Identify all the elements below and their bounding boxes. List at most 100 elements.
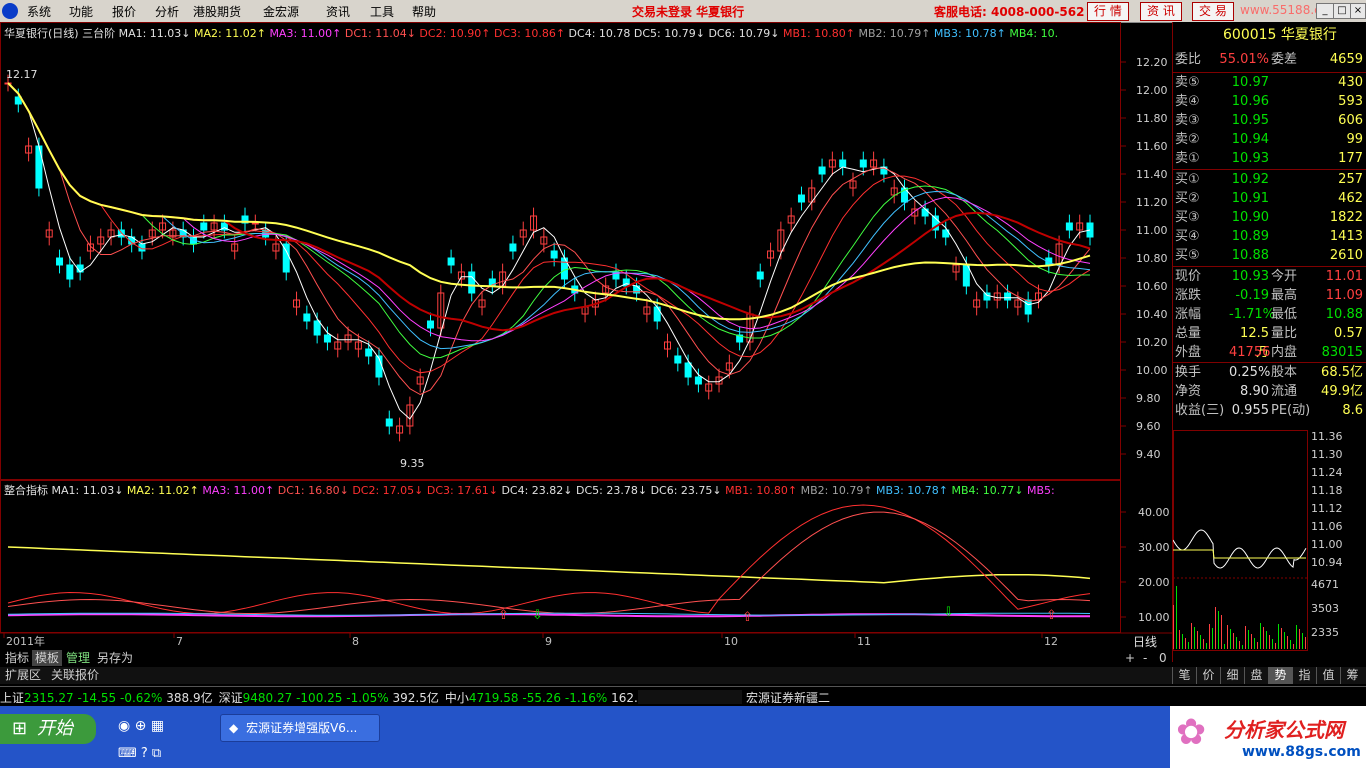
tab-manage[interactable]: 管理	[63, 650, 93, 666]
x-tick-label: 7	[176, 635, 183, 648]
candle	[426, 320, 434, 329]
panel-tab[interactable]: 细	[1220, 667, 1244, 684]
tab-related-quote[interactable]: 关联报价	[48, 667, 102, 683]
menu-system[interactable]: 系统	[27, 3, 51, 20]
candle	[756, 271, 764, 280]
x-tick-label: 2011年	[6, 634, 45, 648]
menu-jinhongyuan[interactable]: 金宏源	[263, 3, 299, 20]
main-legend-item: DC3: 10.86↑	[493, 27, 569, 40]
app-icon: ◆	[229, 721, 239, 735]
order-book-row: 卖③ 10.95 606	[1175, 113, 1363, 128]
index-quote[interactable]: 上证2315.27 -14.55 -0.62% 388.9亿	[0, 691, 213, 705]
sub-legend-item: MB1: 10.80↑	[725, 484, 801, 497]
stat-list: 现价 10.93 今开 11.01 涨跌 -0.19 最高 11.09 涨幅 -1.71% 最低 10…	[1173, 266, 1366, 363]
quote-stat-row: 涨跌 -0.19 最高 11.09	[1175, 288, 1363, 303]
ma-line	[7, 82, 1090, 359]
quote-stat-row: 总量 12.5万 量比 0.57	[1175, 326, 1363, 360]
tab-template[interactable]: 模板	[32, 650, 63, 666]
weibi-value: 55.01%	[1219, 52, 1269, 67]
minimize-icon[interactable]: _	[1316, 3, 1334, 19]
menu-quote[interactable]: 报价	[112, 3, 136, 20]
panel-tab[interactable]: 势	[1268, 667, 1292, 684]
candle	[447, 257, 455, 266]
candle	[323, 334, 331, 343]
candle	[921, 208, 929, 217]
tab-indicator[interactable]: 指标	[2, 650, 32, 666]
y-tick-label: 10.20	[1136, 336, 1168, 349]
order-book-row: 卖① 10.93 177	[1175, 151, 1363, 166]
mini-tick-label: 11.30	[1311, 448, 1343, 461]
menu-tools[interactable]: 工具	[370, 3, 394, 20]
ma-line	[7, 82, 1091, 321]
panel-tab[interactable]: 值	[1316, 667, 1340, 684]
menu-news[interactable]: 资讯	[326, 3, 350, 20]
main-legend-item: MA2: 11.02↑	[194, 27, 270, 40]
candle	[509, 243, 517, 252]
maximize-icon[interactable]: □	[1333, 3, 1351, 19]
order-book-row: 买⑤ 10.88 2610	[1175, 248, 1363, 263]
start-button[interactable]: ⊞ 开始	[0, 714, 96, 744]
panel-tab[interactable]: 价	[1196, 667, 1220, 684]
index-quote[interactable]: 中小4719.58 -55.26 -1.16% 162.3亿	[445, 691, 658, 705]
kline-chart[interactable]: 12.20 12.00 11.80 11.60 11.40 11.20 11.00 10.80…	[0, 22, 1172, 652]
main-legend-item: MB4: 10.	[1009, 27, 1059, 40]
tab-save-as[interactable]: 另存为	[94, 650, 136, 666]
down-arrow-icon: ⇩	[532, 608, 543, 623]
sub-legend-item: MB4: 10.77↓	[951, 484, 1027, 497]
moving-average-lines	[7, 82, 1091, 420]
intraday-mini-chart[interactable]: 11.36 11.30 11.24 11.18 11.12 11.06 11.00 10.94…	[1173, 430, 1366, 652]
zoom-out-button[interactable]: -	[1140, 650, 1150, 666]
quote-tab-button[interactable]: 行 情	[1087, 2, 1129, 21]
candle	[385, 418, 393, 427]
main-legend-item: DC2: 10.90↑	[419, 27, 494, 40]
y-tick-label: 9.60	[1136, 420, 1161, 433]
tab-extension[interactable]: 扩展区	[2, 667, 44, 683]
index-quote[interactable]: 深证9480.27 -100.25 -1.05% 392.5亿	[219, 691, 439, 705]
task-item-app[interactable]: ◆ 宏源证券增强版V6...	[220, 714, 380, 742]
menu-analysis[interactable]: 分析	[155, 3, 179, 20]
sub-legend-item: DC1: 16.80↓	[277, 484, 353, 497]
news-tab-button[interactable]: 资 讯	[1140, 2, 1182, 21]
candle	[1065, 222, 1073, 231]
close-icon[interactable]: ×	[1350, 3, 1366, 19]
main-y-axis: 12.20 12.00 11.80 11.60 11.40 11.20 11.00 10.80…	[1120, 56, 1168, 461]
menu-hk-futures[interactable]: 港股期货	[193, 3, 241, 20]
trade-tab-button[interactable]: 交 易	[1192, 2, 1234, 21]
panel-tab[interactable]: 筹	[1340, 667, 1364, 684]
zoom-in-button[interactable]: +	[1122, 650, 1138, 666]
quick-launch-icons[interactable]: ◉ ⊕ ▦	[118, 718, 164, 734]
weibi-row: 委比 55.01% 委差 4659	[1175, 52, 1363, 67]
menu-bar: 系统 功能 报价 分析 港股期货 金宏源 资讯 工具 帮助 交易未登录 华夏银行…	[0, 0, 1366, 23]
x-tick-label: 8	[352, 635, 359, 648]
main-legend-item: MA1: 11.03↓	[118, 27, 195, 40]
main-legend-item: DC5: 10.79↓	[633, 27, 709, 40]
menu-function[interactable]: 功能	[69, 3, 93, 20]
candle	[1024, 299, 1032, 315]
panel-tab[interactable]: 笔	[1172, 667, 1196, 684]
quick-launch-icons-2[interactable]: ⌨ ? ⧉	[118, 746, 161, 761]
candle	[468, 271, 476, 294]
panel-tab-bar: 笔价细盘势指值筹	[1172, 667, 1366, 684]
panel-tab[interactable]: 指	[1292, 667, 1316, 684]
main-legend-item: MA3: 11.00↑	[269, 27, 345, 40]
zoom-reset-button[interactable]: 0	[1156, 650, 1170, 666]
candle	[694, 376, 702, 385]
sub-legend-item: MA1: 11.03↓	[51, 484, 127, 497]
mini-vol-label: 2335	[1311, 626, 1339, 639]
candle	[797, 194, 805, 203]
ask-list: 卖⑤ 10.97 430 卖④ 10.96 593 卖③ 10.95 606 卖② 10.94 99 卖…	[1173, 72, 1366, 169]
up-arrow-icon: ⇧	[1046, 608, 1057, 623]
sub-legend-item: MA2: 11.02↑	[126, 484, 203, 497]
sub-legend-item: MB5:	[1026, 484, 1055, 497]
candle	[200, 222, 208, 231]
candlestick-series	[4, 74, 1094, 442]
y-tick-label: 11.40	[1136, 168, 1168, 181]
sub-legend-item: MB3: 10.78↑	[876, 484, 952, 497]
ma-line	[7, 82, 1091, 420]
menu-help[interactable]: 帮助	[412, 3, 436, 20]
candle	[251, 222, 259, 225]
brand-banner: ✿ 分析家公式网 www.88gs.com	[1170, 706, 1366, 768]
order-book-row: 买④ 10.89 1413	[1175, 229, 1363, 244]
extension-tab-bar: 扩展区 关联报价	[0, 667, 1172, 684]
panel-tab[interactable]: 盘	[1244, 667, 1268, 684]
